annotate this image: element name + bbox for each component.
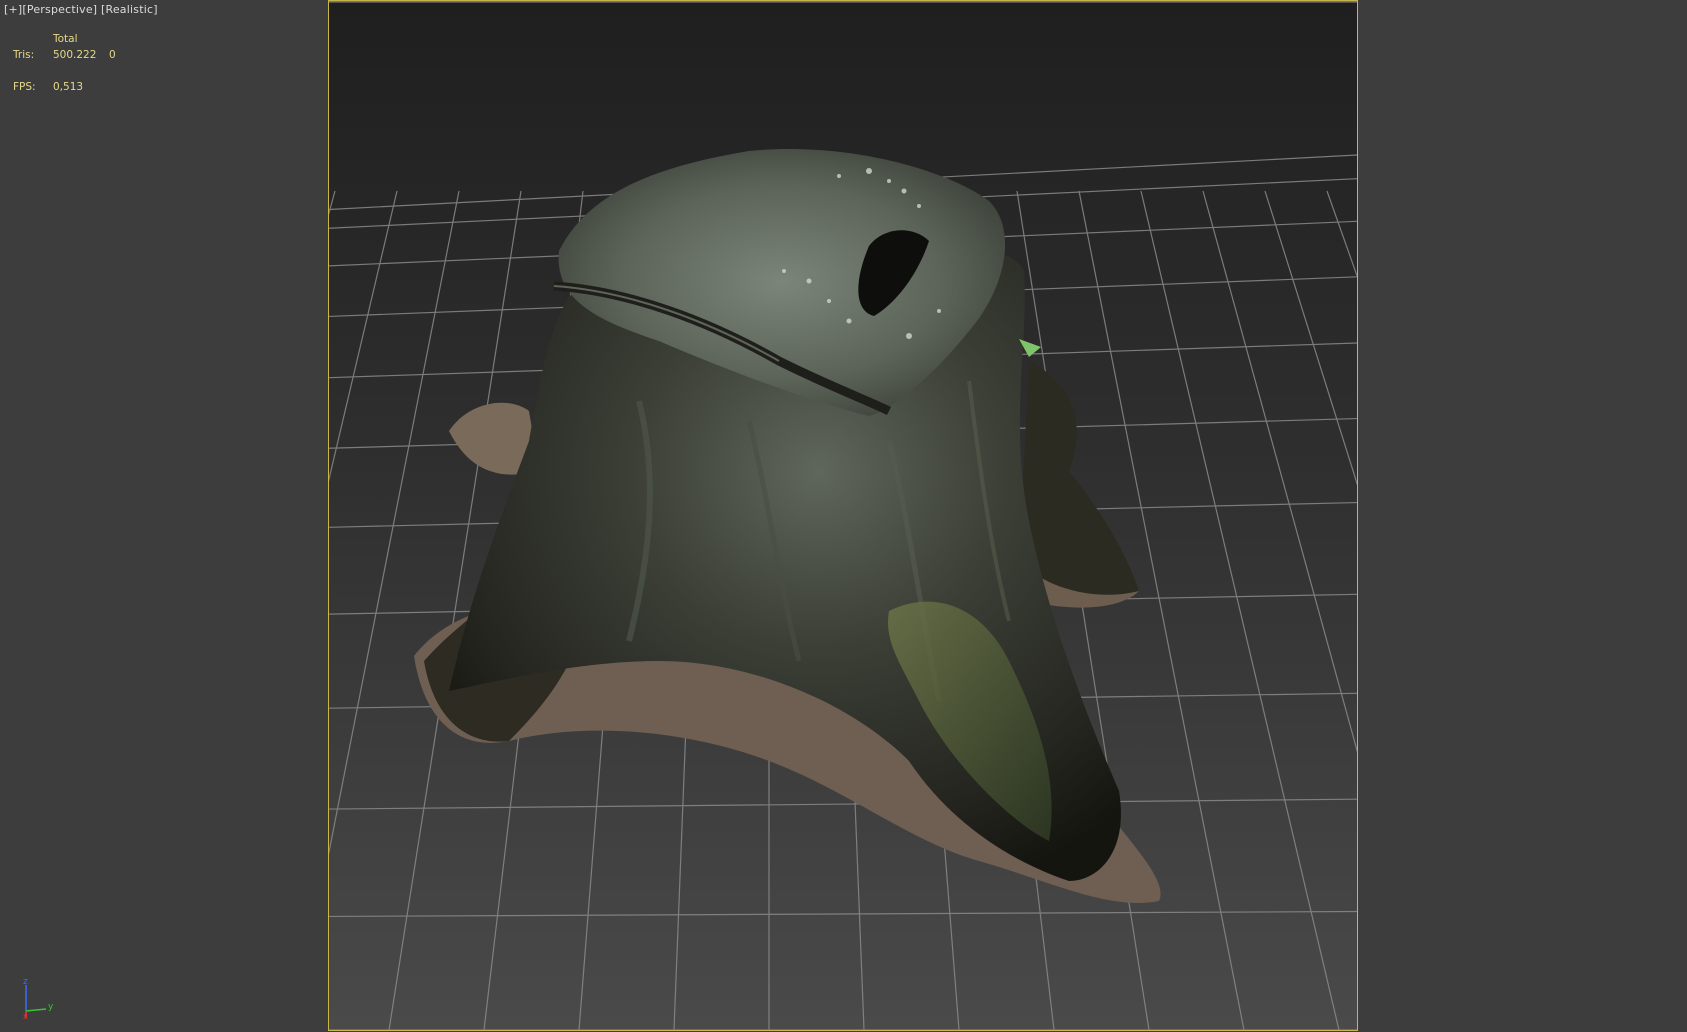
viewport-view-menu[interactable]: [Perspective] [22, 3, 97, 16]
gizmo-y-label: y [48, 1002, 54, 1012]
stats-tris-label: Tris: [13, 49, 35, 61]
viewport-shading-menu[interactable]: [Realistic] [101, 3, 158, 16]
viewport-plus-menu[interactable]: [+] [4, 3, 22, 16]
stats-fps-label: FPS: [13, 81, 36, 93]
stats-fps-value: 0,513 [53, 81, 84, 93]
stats-tris-value: 500.222 [53, 49, 97, 61]
stats-total-header: Total [53, 33, 78, 45]
safe-frame [328, 0, 1358, 1031]
perspective-viewport[interactable]: [+][Perspective] [Realistic] Total Tris:… [0, 0, 1687, 1032]
gizmo-x-label: x [23, 1012, 28, 1019]
axis-gizmo: z y x [20, 975, 60, 1021]
scene-render [329, 1, 1357, 1030]
gizmo-z-label: z [23, 977, 28, 987]
viewport-label-menu: [+][Perspective] [Realistic] [4, 3, 158, 16]
axis-tripod-icon: z y x [23, 977, 54, 1021]
stats-tris-selected: 0 [109, 49, 116, 61]
